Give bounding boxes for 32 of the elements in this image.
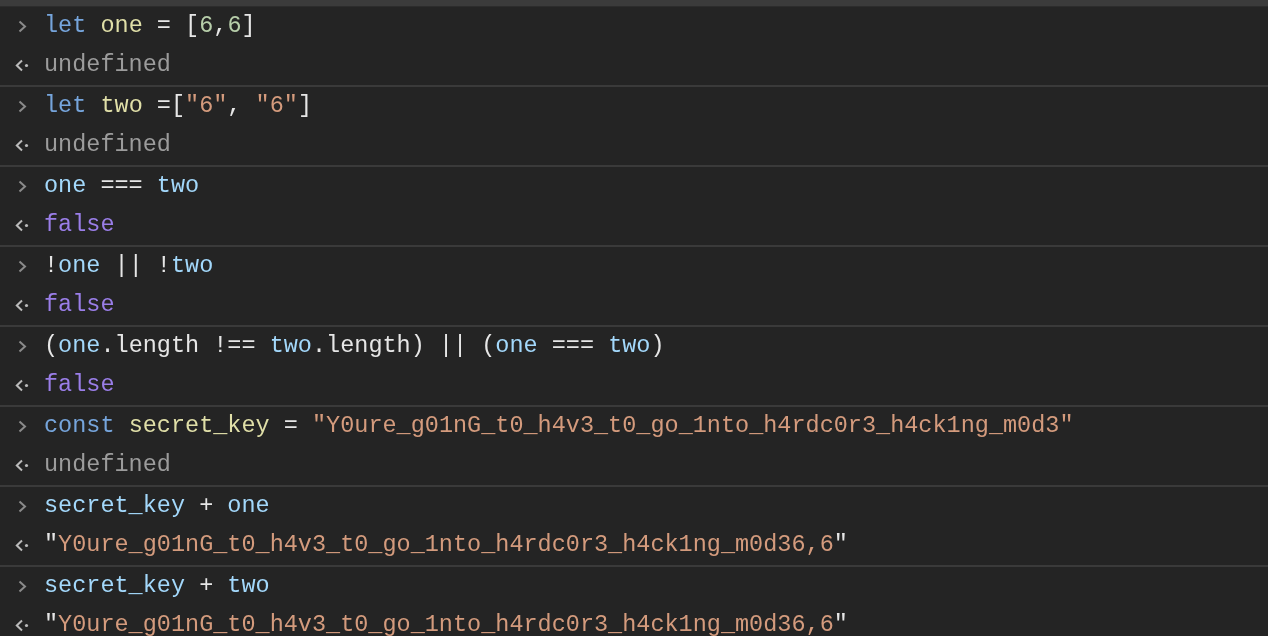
return-arrow-icon [15,539,29,552]
result-text: false [44,371,115,400]
return-arrow-icon [15,299,29,312]
result-text: undefined [44,51,171,80]
chevron-icon [17,100,27,113]
result-text: undefined [44,451,171,480]
command-text: const secret_key = "Y0ure_g01nG_t0_h4v3_t0_go_1nto_h4rdc0r3_h4ck1ng_m0d3" [44,412,1074,441]
result-text: undefined [44,131,171,160]
command-text: !one || !two [44,252,214,281]
return-arrow-icon [15,59,29,72]
result-text: "Y0ure_g01nG_t0_h4v3_t0_go_1nto_h4rdc0r3_h4ck1ng_m0d36,6" [44,531,848,560]
result-text: false [44,211,115,240]
command-text: (one.length !== two.length) || (one === two) [44,332,665,361]
chevron-icon [17,180,27,193]
command-text: secret_key + two [44,572,270,601]
result-text: "Y0ure_g01nG_t0_h4v3_t0_go_1nto_h4rdc0r3_h4ck1ng_m0d36,6" [44,611,848,636]
chevron-icon [17,580,27,593]
return-arrow-icon [15,459,29,472]
chevron-icon [17,420,27,433]
command-text: secret_key + one [44,492,270,521]
command-text: one === two [44,172,200,201]
command-text: let one = [6,6] [44,12,256,41]
command-text: let two =["6", "6"] [44,92,312,121]
chevron-icon [17,340,27,353]
chevron-icon [17,260,27,273]
return-arrow-icon [15,619,29,632]
return-arrow-icon [15,219,29,232]
chevron-icon [17,20,27,33]
return-arrow-icon [15,139,29,152]
result-text: false [44,291,115,320]
chevron-icon [17,500,27,513]
return-arrow-icon [15,379,29,392]
